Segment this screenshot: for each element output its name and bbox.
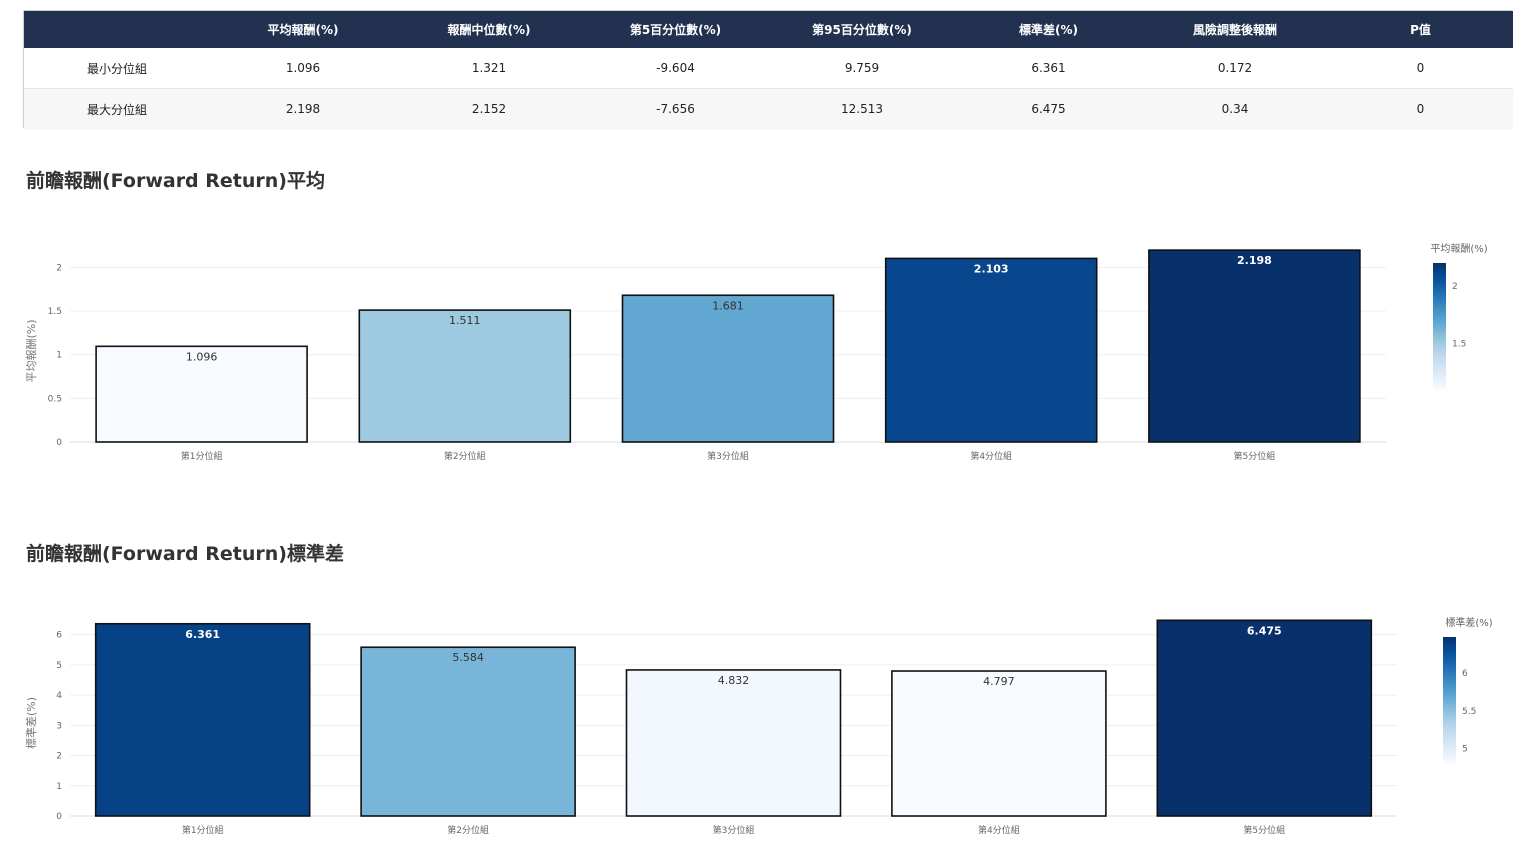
bar-data-label: 6.475 bbox=[1247, 624, 1282, 637]
colorbar bbox=[1433, 263, 1446, 390]
x-tick-label: 第1分位組 bbox=[182, 824, 224, 836]
bar bbox=[94, 622, 311, 817]
x-tick-label: 第5分位組 bbox=[1234, 450, 1276, 462]
y-tick-label: 6 bbox=[56, 631, 62, 641]
x-tick-label: 第1分位組 bbox=[181, 450, 223, 462]
bar bbox=[1156, 619, 1373, 817]
table-header-row: 平均報酬(%) 報酬中位數(%) 第5百分位數(%) 第95百分位數(%) 標準… bbox=[24, 11, 1513, 48]
bar bbox=[625, 669, 842, 817]
colorbar-title: 平均報酬(%) bbox=[1430, 243, 1487, 255]
bar bbox=[360, 646, 576, 817]
y-tick-label: 4 bbox=[56, 691, 62, 701]
colorbar-tick-label: 1.5 bbox=[1452, 339, 1466, 349]
y-axis-title: 標準差(%) bbox=[24, 697, 38, 749]
table-cell: 2.152 bbox=[396, 88, 582, 129]
bar bbox=[884, 257, 1098, 443]
bar-data-label: 2.198 bbox=[1237, 254, 1272, 267]
bar-data-label: 1.511 bbox=[449, 314, 481, 327]
table-cell: 2.198 bbox=[210, 88, 396, 129]
chart-std: 0 1 2 3 4 5 6 標準差(%) 6.361 第1分位組 5.584 第2分位組 4.832 第3… bbox=[24, 616, 1493, 836]
x-tick-label: 第5分位組 bbox=[1243, 824, 1285, 836]
table-row: 最大分位組 2.198 2.152 -7.656 12.513 6.475 0.… bbox=[24, 88, 1513, 129]
colorbar-tick-label: 5.5 bbox=[1462, 707, 1476, 717]
chart-std-title: 前瞻報酬(Forward Return)標準差 bbox=[26, 543, 344, 565]
table-row: 最小分位組 1.096 1.321 -9.604 9.759 6.361 0.1… bbox=[24, 48, 1513, 89]
bar bbox=[621, 294, 835, 443]
y-tick-label: 0 bbox=[56, 812, 62, 822]
y-tick-label: 2 bbox=[56, 263, 62, 273]
table-cell: 1.096 bbox=[210, 48, 396, 89]
chart-mean-title: 前瞻報酬(Forward Return)平均 bbox=[26, 170, 325, 192]
y-tick-label: 2 bbox=[56, 752, 62, 762]
y-tick-label: 1.5 bbox=[48, 307, 62, 317]
y-tick-label: 1 bbox=[56, 351, 62, 361]
table-cell: 6.361 bbox=[955, 48, 1142, 89]
bar-data-label: 6.361 bbox=[185, 628, 220, 641]
chart-mean: 0 0.5 1 1.5 2 平均報酬(%) 1.096 第1分位組 1.511 第2分位組 1.68… bbox=[25, 243, 1488, 462]
bar bbox=[1148, 249, 1361, 443]
table-cell: 9.759 bbox=[769, 48, 955, 89]
table-cell: 1.321 bbox=[396, 48, 582, 89]
table-cell: 0 bbox=[1328, 88, 1513, 129]
table-cell: 最小分位組 bbox=[24, 48, 210, 89]
table-header-cell: 報酬中位數(%) bbox=[396, 11, 582, 48]
table-header-cell: 風險調整後報酬 bbox=[1142, 11, 1328, 48]
y-axis-title: 平均報酬(%) bbox=[25, 319, 38, 382]
stats-table: 平均報酬(%) 報酬中位數(%) 第5百分位數(%) 第95百分位數(%) 標準… bbox=[24, 11, 1513, 129]
table-header-cell: 第95百分位數(%) bbox=[769, 11, 955, 48]
table-cell: 0.172 bbox=[1142, 48, 1328, 89]
y-tick-label: 0 bbox=[56, 438, 62, 448]
table-header-cell bbox=[24, 11, 210, 48]
table-cell: 0.34 bbox=[1142, 88, 1328, 129]
table-cell: 最大分位組 bbox=[24, 88, 210, 129]
y-tick-label: 5 bbox=[56, 661, 62, 671]
table-cell: -9.604 bbox=[582, 48, 769, 89]
bar-data-label: 1.096 bbox=[186, 350, 218, 363]
bar-data-label: 2.103 bbox=[974, 262, 1009, 275]
bar-data-label: 4.797 bbox=[983, 675, 1015, 688]
colorbar bbox=[1443, 637, 1456, 764]
bar-data-label: 1.681 bbox=[712, 299, 744, 312]
table-header-cell: P值 bbox=[1328, 11, 1513, 48]
y-tick-label: 0.5 bbox=[48, 394, 62, 404]
bar-data-label: 5.584 bbox=[452, 651, 484, 664]
x-tick-label: 第2分位組 bbox=[447, 824, 489, 836]
y-tick-label: 3 bbox=[56, 721, 62, 731]
x-tick-label: 第4分位組 bbox=[970, 450, 1012, 462]
x-tick-label: 第4分位組 bbox=[978, 824, 1020, 836]
colorbar-tick-label: 6 bbox=[1462, 669, 1468, 679]
x-tick-label: 第2分位組 bbox=[444, 450, 486, 462]
stats-table-container: 平均報酬(%) 報酬中位數(%) 第5百分位數(%) 第95百分位數(%) 標準… bbox=[23, 10, 1513, 129]
bar bbox=[891, 670, 1107, 817]
x-tick-label: 第3分位組 bbox=[713, 824, 755, 836]
bar-data-label: 4.832 bbox=[718, 674, 750, 687]
table-cell: -7.656 bbox=[582, 88, 769, 129]
table-cell: 6.475 bbox=[955, 88, 1142, 129]
table-header-cell: 第5百分位數(%) bbox=[582, 11, 769, 48]
colorbar-tick-label: 2 bbox=[1452, 282, 1458, 292]
table-cell: 0 bbox=[1328, 48, 1513, 89]
y-tick-label: 1 bbox=[56, 782, 62, 792]
bar bbox=[358, 309, 572, 443]
colorbar-title: 標準差(%) bbox=[1445, 616, 1492, 629]
x-tick-label: 第3分位組 bbox=[707, 450, 749, 462]
table-header-cell: 標準差(%) bbox=[955, 11, 1142, 48]
colorbar-tick-label: 5 bbox=[1462, 745, 1468, 755]
table-header-cell: 平均報酬(%) bbox=[210, 11, 396, 48]
table-cell: 12.513 bbox=[769, 88, 955, 129]
